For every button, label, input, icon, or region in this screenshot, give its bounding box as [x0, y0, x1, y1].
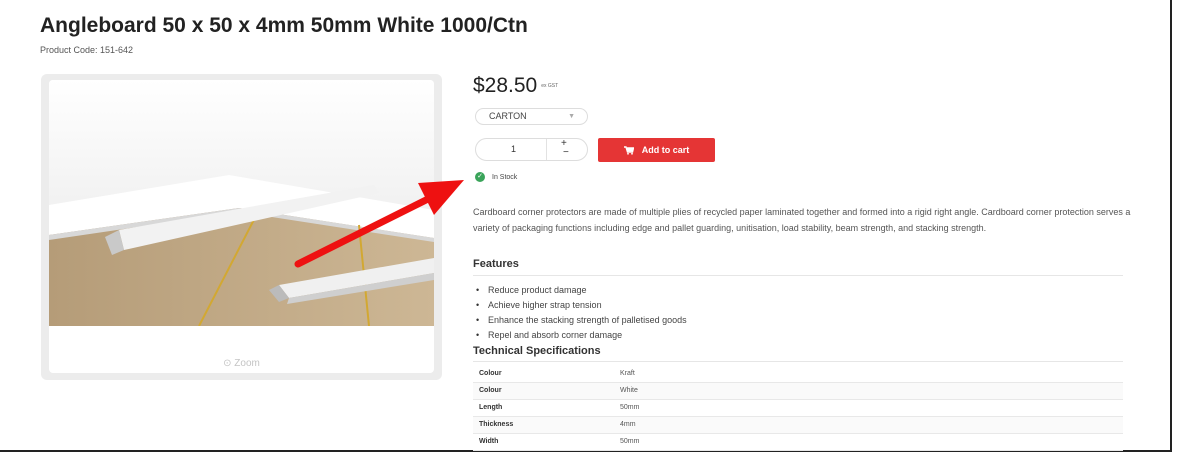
spec-key: Colour — [479, 370, 502, 377]
quantity-divider — [546, 139, 547, 160]
stock-label: In Stock — [492, 173, 518, 181]
specs-heading: Technical Specifications — [473, 345, 601, 357]
chevron-down-icon: ▼ — [568, 113, 575, 120]
specs-table: Colour Kraft Colour White Length 50mm Th… — [473, 366, 1123, 451]
features-heading: Features — [473, 258, 519, 270]
zoom-button[interactable]: ⊙ Zoom — [49, 358, 434, 369]
feature-item: Reduce product damage — [473, 283, 687, 298]
table-row: Thickness 4mm — [473, 417, 1123, 434]
feature-item: Repel and absorb corner damage — [473, 328, 687, 343]
table-row: Width 50mm — [473, 434, 1123, 451]
price-gst-label: ex GST — [541, 83, 559, 90]
product-image[interactable] — [49, 80, 434, 326]
search-icon: ⊙ — [223, 358, 232, 369]
product-gallery: ⊙ Zoom — [41, 74, 442, 380]
spec-value: 50mm — [620, 438, 640, 445]
features-list: Reduce product damage Achieve higher str… — [473, 283, 687, 343]
unit-select[interactable]: CARTON ▼ — [475, 108, 588, 125]
zoom-label: Zoom — [234, 358, 260, 369]
table-row: Colour Kraft — [473, 366, 1123, 383]
features-divider — [473, 275, 1123, 276]
product-code: Product Code: 151-642 — [40, 45, 134, 55]
feature-item: Achieve higher strap tension — [473, 298, 687, 313]
spec-value: White — [620, 387, 638, 394]
check-circle-icon: ✓ — [475, 172, 485, 182]
spec-key: Colour — [479, 387, 502, 394]
add-to-cart-label: Add to cart — [641, 145, 690, 155]
add-to-cart-button[interactable]: Add to cart — [598, 138, 715, 162]
quantity-stepper: 1 + − — [475, 138, 588, 161]
price-value: $28.50 — [473, 74, 538, 97]
quantity-decrease-button[interactable]: − — [563, 147, 569, 158]
table-row: Length 50mm — [473, 400, 1123, 417]
product-title: Angleboard 50 x 50 x 4mm 50mm White 1000… — [40, 14, 528, 37]
table-row: Colour White — [473, 383, 1123, 400]
spec-key: Width — [479, 438, 499, 445]
cart-icon — [623, 145, 634, 155]
feature-item: Enhance the stacking strength of palleti… — [473, 313, 687, 328]
stock-status: ✓ In Stock — [475, 172, 517, 182]
spec-key: Thickness — [479, 421, 514, 428]
spec-value: Kraft — [620, 370, 635, 377]
specs-divider — [473, 361, 1123, 362]
product-price: $28.50 ex GST — [473, 74, 558, 98]
spec-value: 4mm — [620, 421, 636, 428]
spec-key: Length — [479, 404, 503, 411]
gallery-frame: ⊙ Zoom — [49, 80, 434, 373]
unit-select-value: CARTON — [489, 111, 527, 121]
product-description: Cardboard corner protectors are made of … — [473, 207, 1131, 233]
spec-value: 50mm — [620, 404, 640, 411]
quantity-input[interactable]: 1 — [476, 139, 551, 160]
